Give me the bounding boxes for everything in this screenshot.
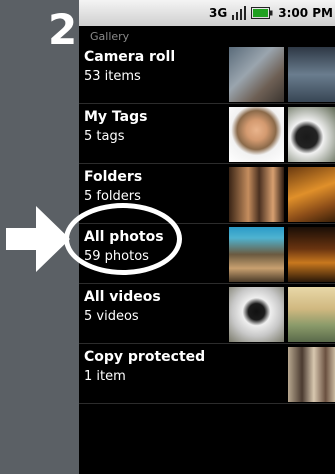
album-thumbnail <box>288 167 335 222</box>
album-count: 53 items <box>84 69 141 84</box>
album-thumbnail <box>288 287 335 342</box>
status-icons: 3G 3:00 PM <box>209 0 335 26</box>
album-name: All videos <box>84 289 161 305</box>
album-count: 5 videos <box>84 309 139 324</box>
album-count: 1 item <box>84 369 126 384</box>
album-thumbnail <box>288 107 335 162</box>
album-thumbnail <box>229 167 284 222</box>
highlight-ring <box>64 203 182 275</box>
step-number: 2 <box>48 5 78 54</box>
album-thumbnail-empty <box>229 347 284 402</box>
album-thumbnail <box>229 107 284 162</box>
album-count: 5 tags <box>84 129 125 144</box>
album-all-videos[interactable]: All videos 5 videos <box>79 284 335 344</box>
album-thumbnail <box>229 287 284 342</box>
battery-icon <box>251 7 273 19</box>
album-thumbnail <box>288 47 335 102</box>
album-name: Camera roll <box>84 49 176 65</box>
network-type: 3G <box>209 6 228 20</box>
gallery-title: Gallery <box>90 30 130 43</box>
album-copy-protected[interactable]: Copy protected 1 item <box>79 344 335 404</box>
album-name: Folders <box>84 169 143 185</box>
album-my-tags[interactable]: My Tags 5 tags <box>79 104 335 164</box>
album-camera-roll[interactable]: Camera roll 53 items <box>79 44 335 104</box>
album-name: My Tags <box>84 109 148 125</box>
album-thumbnail <box>288 227 335 282</box>
album-thumbnail <box>288 347 335 402</box>
album-thumbnail <box>229 47 284 102</box>
album-name: Copy protected <box>84 349 206 365</box>
album-thumbnail <box>229 227 284 282</box>
arrow-right-icon <box>6 206 70 272</box>
status-bar: 3G 3:00 PM <box>79 0 335 26</box>
signal-icon <box>232 6 247 20</box>
status-time: 3:00 PM <box>278 6 333 20</box>
album-count: 5 folders <box>84 189 141 204</box>
